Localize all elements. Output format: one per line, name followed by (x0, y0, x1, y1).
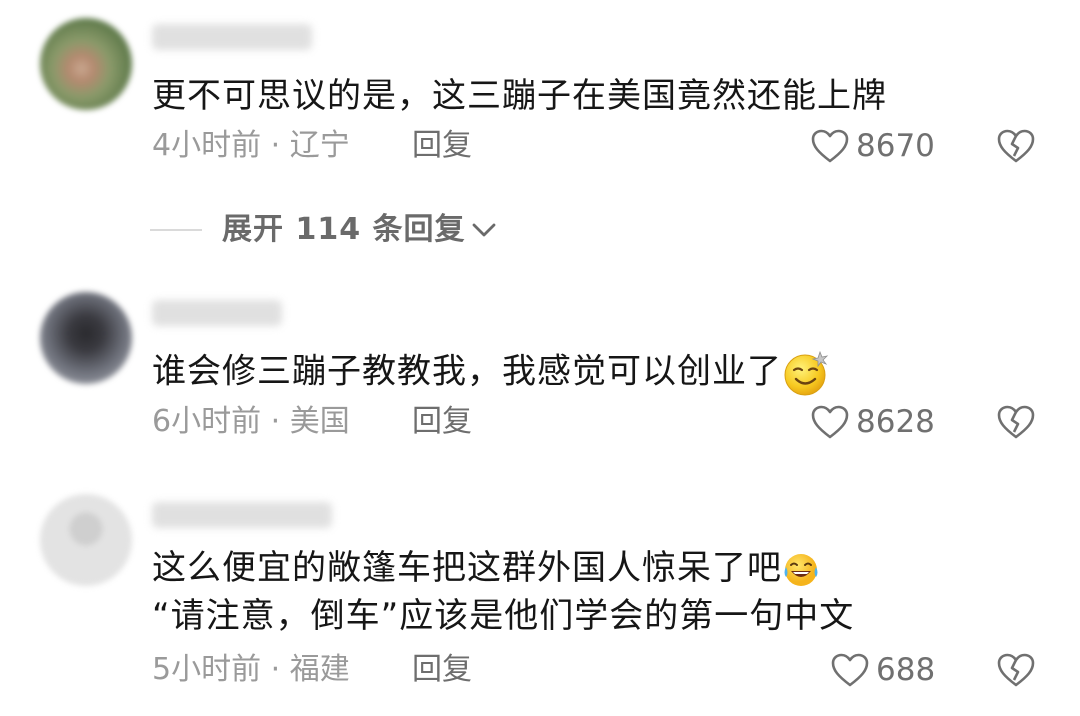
comment-item: 这么便宜的敞篷车把这群外国人惊呆了吧 “请注意，倒车”应该是他们学会的第一句中文… (0, 482, 1080, 716)
like-button[interactable]: 688 (830, 652, 935, 688)
broken-heart-icon (997, 129, 1035, 163)
dazed-smile-emoji (784, 350, 829, 396)
comment-meta: 5小时前 · 福建 (152, 652, 350, 687)
reply-button[interactable]: 回复 (412, 404, 472, 440)
dislike-button[interactable] (996, 128, 1036, 168)
heart-outline-icon (831, 653, 869, 687)
heart-outline-icon (811, 129, 849, 163)
comment-text-line2: “请注意，倒车”应该是他们学会的第一句中文 (152, 596, 855, 636)
username-blurred[interactable] (152, 502, 332, 528)
comment-item: 谁会修三蹦子教教我，我感觉可以创业了 6小时前 · 美国 回复 8628 (0, 280, 1080, 460)
like-count: 8670 (856, 128, 935, 164)
broken-heart-icon (997, 653, 1035, 687)
expand-replies-button[interactable]: 展开 114 条回复 (150, 212, 498, 248)
broken-heart-icon (997, 405, 1035, 439)
like-button[interactable]: 8670 (810, 128, 935, 164)
heart-outline-icon (811, 405, 849, 439)
dislike-button[interactable] (996, 652, 1036, 692)
dislike-button[interactable] (996, 404, 1036, 444)
comment-text: 更不可思议的是，这三蹦子在美国竟然还能上牌 (152, 76, 887, 116)
like-button[interactable]: 8628 (810, 404, 935, 440)
comment-text-content: 这么便宜的敞篷车把这群外国人惊呆了吧 (152, 548, 782, 588)
username-blurred[interactable] (152, 24, 312, 50)
avatar[interactable] (40, 494, 132, 586)
comment-item: 更不可思议的是，这三蹦子在美国竟然还能上牌 4小时前 · 辽宁 回复 8670 (0, 0, 1080, 200)
comment-meta: 6小时前 · 美国 (152, 404, 350, 439)
comment-text-content: 谁会修三蹦子教教我，我感觉可以创业了 (152, 351, 782, 392)
avatar[interactable] (40, 18, 132, 110)
comment-text: 谁会修三蹦子教教我，我感觉可以创业了 (152, 348, 832, 398)
reply-button[interactable]: 回复 (412, 128, 472, 164)
comment-text-line1: 这么便宜的敞篷车把这群外国人惊呆了吧 (152, 548, 820, 589)
avatar[interactable] (40, 292, 132, 384)
expand-divider (150, 229, 202, 231)
reply-button[interactable]: 回复 (412, 652, 472, 688)
like-count: 8628 (856, 404, 935, 440)
like-count: 688 (876, 652, 936, 688)
expand-replies-label: 展开 114 条回复 (222, 212, 466, 247)
chevron-down-icon (472, 223, 495, 237)
comment-meta: 4小时前 · 辽宁 (152, 128, 350, 163)
username-blurred[interactable] (152, 300, 282, 326)
laughing-tears-emoji (784, 553, 818, 586)
